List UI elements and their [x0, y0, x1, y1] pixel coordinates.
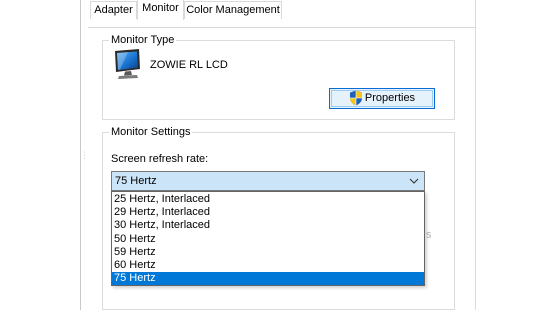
monitor-type-group-title: Monitor Type	[109, 33, 177, 47]
refresh-rate-label: Screen refresh rate:	[111, 153, 209, 165]
refresh-rate-selected-value: 75 Hertz	[115, 175, 157, 187]
tab-monitor[interactable]: Monitor	[137, 0, 184, 20]
dropdown-option[interactable]: 30 Hertz, Interlaced	[112, 219, 424, 232]
tab-monitor-label: Monitor	[142, 2, 179, 14]
refresh-rate-select[interactable]: 75 Hertz	[111, 171, 425, 191]
chevron-down-icon	[409, 178, 419, 184]
dropdown-option-selected[interactable]: 75 Hertz	[112, 272, 424, 285]
monitor-name: ZOWIE RL LCD	[150, 59, 228, 71]
dropdown-option[interactable]: 25 Hertz, Interlaced	[112, 193, 424, 206]
monitor-icon	[115, 49, 140, 79]
tab-adapter-label: Adapter	[94, 4, 133, 16]
uac-shield-icon	[349, 90, 362, 105]
tab-adapter[interactable]: Adapter	[90, 1, 137, 19]
tab-color-management[interactable]: Color Management	[184, 1, 282, 19]
dropdown-option[interactable]: 59 Hertz	[112, 246, 424, 259]
display-adapter-properties-dialog: Adapter Monitor Color Management Monitor…	[0, 0, 550, 310]
obscured-text-fragment: s	[426, 229, 432, 241]
dropdown-option[interactable]: 50 Hertz	[112, 233, 424, 246]
window-right-border	[475, 0, 476, 310]
tab-color-management-label: Color Management	[186, 4, 280, 16]
tab-strip-divider	[88, 27, 475, 28]
faint-mark: ⋮	[80, 150, 89, 160]
properties-button-label: Properties	[364, 92, 416, 104]
refresh-rate-dropdown-list: 25 Hertz, Interlaced 29 Hertz, Interlace…	[111, 191, 425, 286]
properties-button[interactable]: Properties	[329, 88, 435, 109]
dropdown-option[interactable]: 60 Hertz	[112, 259, 424, 272]
monitor-settings-group-title: Monitor Settings	[109, 125, 193, 139]
dropdown-option[interactable]: 29 Hertz, Interlaced	[112, 206, 424, 219]
